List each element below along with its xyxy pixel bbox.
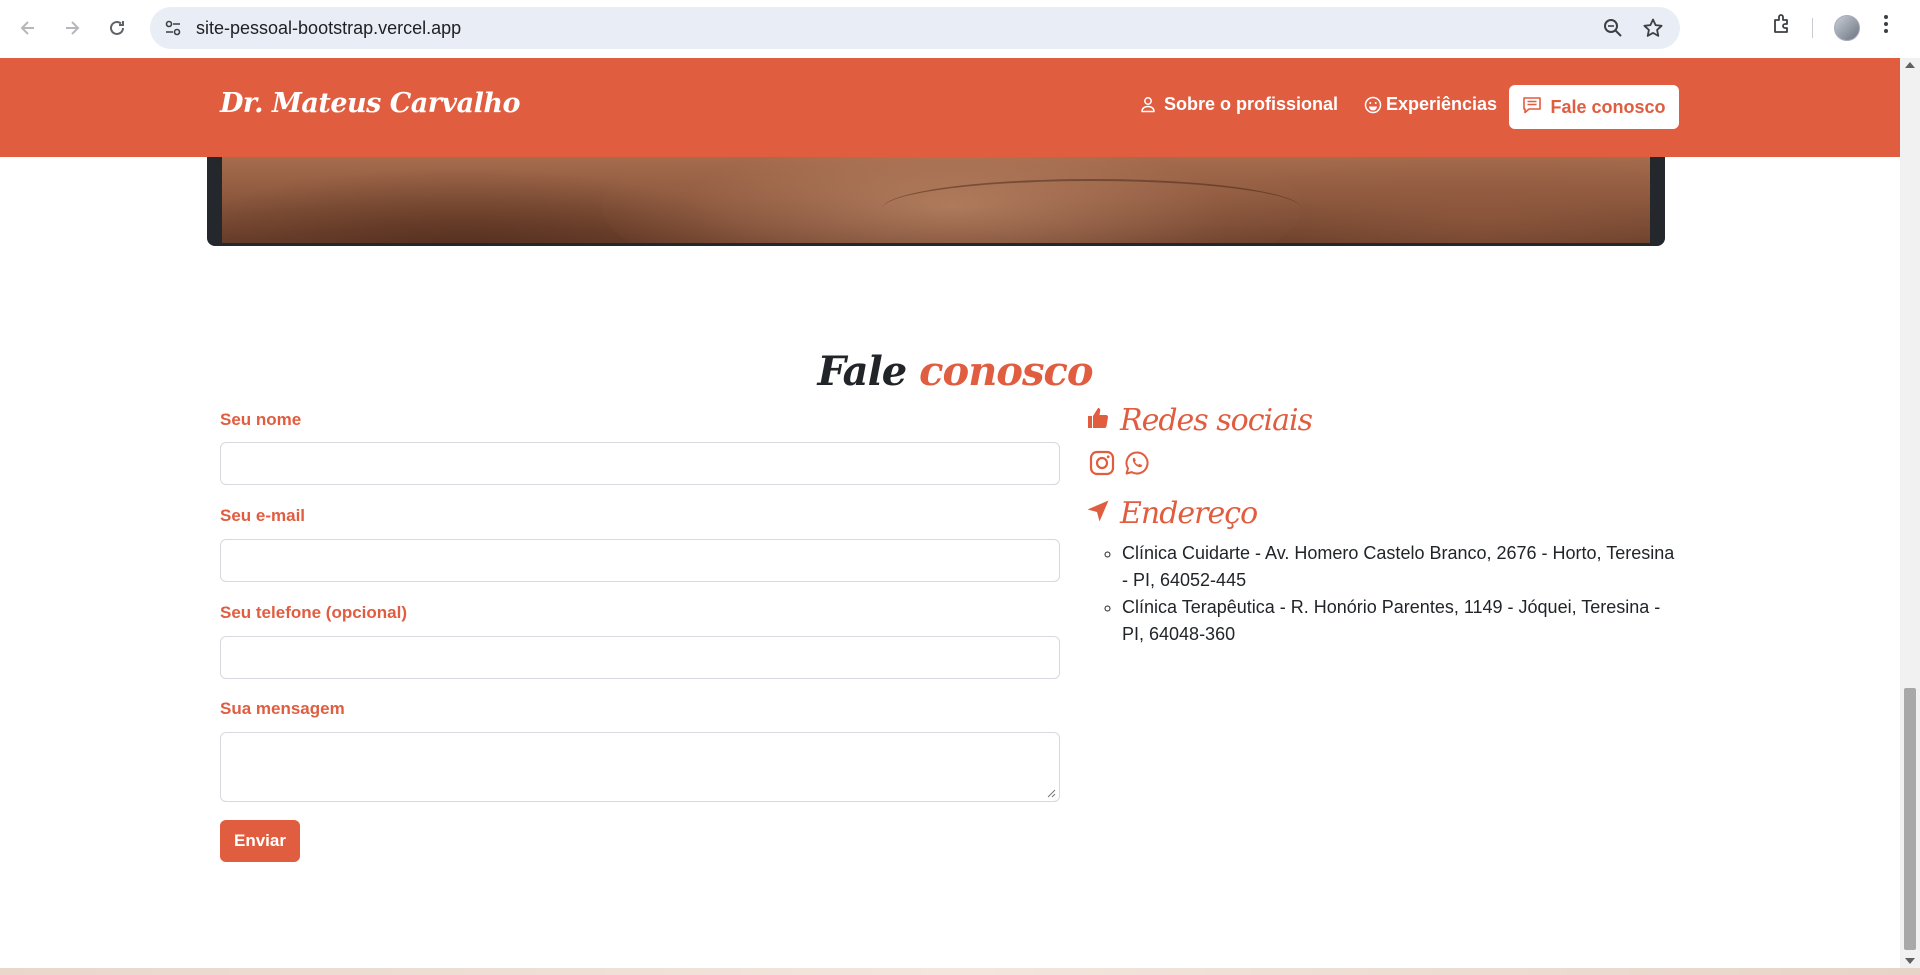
email-label: Seu e-mail — [220, 506, 306, 525]
message-textarea[interactable] — [220, 732, 1060, 802]
nav-button-fale-conosco[interactable]: Fale conosco — [1509, 85, 1679, 129]
instagram-icon[interactable] — [1089, 450, 1115, 481]
zoom-icon[interactable] — [1602, 17, 1624, 44]
person-icon — [1140, 96, 1156, 113]
social-heading: Redes sociais — [1086, 403, 1313, 438]
smile-icon — [1364, 96, 1382, 114]
star-icon[interactable] — [1642, 17, 1664, 44]
site-navbar: Dr. Mateus Carvalho Sobre o profissional… — [0, 58, 1900, 157]
reload-icon[interactable] — [101, 12, 133, 44]
address-heading-text: Endereço — [1120, 496, 1258, 531]
back-icon[interactable] — [12, 12, 44, 44]
message-label: Sua mensagem — [220, 699, 345, 718]
social-heading-text: Redes sociais — [1120, 403, 1313, 438]
social-links — [1089, 450, 1150, 481]
address-bar[interactable]: site-pessoal-bootstrap.vercel.app — [150, 7, 1680, 49]
profile-avatar[interactable] — [1834, 15, 1860, 41]
forward-icon[interactable] — [56, 12, 88, 44]
chat-icon — [1522, 96, 1542, 119]
address-heading: Endereço — [1086, 496, 1258, 531]
brand-logo[interactable]: Dr. Mateus Carvalho — [220, 88, 521, 119]
page-scrollbar[interactable] — [1900, 58, 1920, 968]
url-text[interactable]: site-pessoal-bootstrap.vercel.app — [196, 18, 461, 39]
extensions-icon[interactable] — [1770, 12, 1794, 41]
nav-link-label: Experiências — [1386, 94, 1498, 114]
address-item: Clínica Cuidarte - Av. Homero Castelo Br… — [1122, 540, 1682, 594]
nav-link-experiencias[interactable]: Experiências — [1364, 94, 1497, 115]
address-item: Clínica Terapêutica - R. Honório Parente… — [1122, 594, 1682, 648]
section-title-main: Fale — [817, 348, 907, 395]
scroll-up-arrow-icon[interactable] — [1905, 62, 1915, 68]
section-title: Fale conosco — [0, 348, 1900, 395]
thumbs-up-icon — [1086, 406, 1110, 435]
email-input[interactable] — [220, 539, 1060, 582]
toolbar-divider — [1812, 18, 1813, 38]
name-input[interactable] — [220, 442, 1060, 485]
navigation-arrow-icon — [1086, 499, 1110, 528]
page-viewport: Dr. Mateus Carvalho Sobre o profissional… — [0, 58, 1900, 968]
address-list: Clínica Cuidarte - Av. Homero Castelo Br… — [1122, 540, 1682, 648]
scroll-down-arrow-icon[interactable] — [1905, 958, 1915, 964]
site-settings-icon[interactable] — [162, 17, 184, 39]
whatsapp-icon[interactable] — [1124, 450, 1150, 481]
browser-toolbar: site-pessoal-bootstrap.vercel.app — [0, 0, 1920, 58]
hero-image-frame — [207, 157, 1665, 246]
nav-link-label: Sobre o profissional — [1164, 94, 1339, 114]
resize-grip-icon[interactable] — [1047, 789, 1056, 798]
menu-icon[interactable] — [1882, 12, 1890, 41]
scrollbar-thumb[interactable] — [1904, 688, 1916, 950]
nav-link-sobre[interactable]: Sobre o profissional — [1140, 94, 1338, 115]
nav-link-label: Fale conosco — [1550, 96, 1666, 117]
submit-button[interactable]: Enviar — [220, 820, 300, 862]
phone-input[interactable] — [220, 636, 1060, 679]
hero-image — [222, 157, 1650, 243]
phone-label: Seu telefone (opcional) — [220, 603, 408, 622]
name-label: Seu nome — [220, 410, 302, 429]
window-bottom-edge — [0, 968, 1920, 975]
section-title-accent: conosco — [919, 348, 1093, 395]
